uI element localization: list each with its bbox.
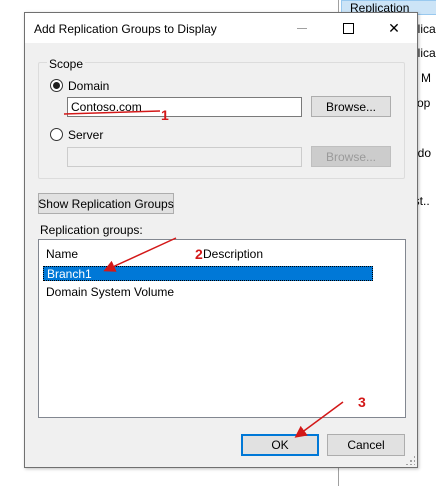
column-header-description[interactable]: Description bbox=[203, 247, 263, 261]
replication-groups-label: Replication groups: bbox=[40, 223, 143, 237]
annotation-number: 1 bbox=[161, 107, 169, 123]
list-item-branch1[interactable]: Branch1 bbox=[43, 266, 373, 281]
column-header-name[interactable]: Name bbox=[46, 247, 78, 261]
close-button[interactable]: ✕ bbox=[371, 13, 417, 43]
domain-radio[interactable] bbox=[50, 79, 63, 92]
annotation-number: 2 bbox=[195, 246, 203, 262]
scope-label: Scope bbox=[47, 57, 86, 71]
minimize-button[interactable] bbox=[279, 13, 325, 43]
replication-groups-list[interactable]: Name Description Branch1 Domain System V… bbox=[38, 239, 406, 418]
domain-browse-button[interactable]: Browse... bbox=[311, 96, 391, 117]
server-input[interactable] bbox=[67, 147, 302, 167]
maximize-button[interactable] bbox=[325, 13, 371, 43]
server-radio-label[interactable]: Server bbox=[68, 128, 103, 142]
resize-grip-icon[interactable] bbox=[405, 455, 415, 465]
close-icon: ✕ bbox=[388, 19, 400, 36]
dialog-title: Add Replication Groups to Display bbox=[34, 22, 217, 36]
cancel-button[interactable]: Cancel bbox=[327, 434, 405, 456]
annotation-number: 3 bbox=[358, 394, 366, 410]
server-browse-button[interactable]: Browse... bbox=[311, 146, 391, 167]
show-replication-groups-button[interactable]: Show Replication Groups bbox=[38, 193, 174, 214]
ok-button[interactable]: OK bbox=[241, 434, 319, 456]
title-bar: Add Replication Groups to Display ✕ bbox=[25, 13, 417, 43]
server-radio[interactable] bbox=[50, 128, 63, 141]
domain-radio-label[interactable]: Domain bbox=[68, 79, 109, 93]
domain-input[interactable]: Contoso.com bbox=[67, 97, 302, 117]
list-item-domain-system-volume[interactable]: Domain System Volume bbox=[43, 285, 373, 300]
